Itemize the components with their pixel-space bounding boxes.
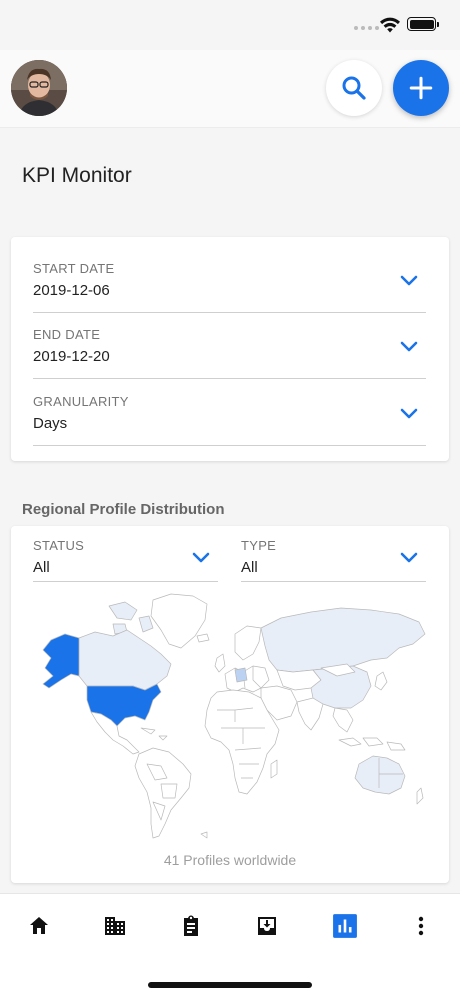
nav-analytics[interactable] xyxy=(331,912,359,940)
new-zealand xyxy=(416,787,424,805)
status-filter[interactable]: STATUS All xyxy=(33,538,218,582)
type-label: TYPE xyxy=(241,538,277,553)
nav-home[interactable] xyxy=(25,912,53,940)
chevron-down-icon[interactable] xyxy=(400,552,418,564)
chevron-down-icon[interactable] xyxy=(400,408,418,420)
inbox-icon xyxy=(258,917,276,935)
alaska xyxy=(42,633,80,689)
granularity-field[interactable]: GRANULARITY Days xyxy=(33,394,426,446)
kpi-monitor-screen: KPI Monitor START DATE 2019-12-06 END DA… xyxy=(0,0,460,996)
chevron-down-icon[interactable] xyxy=(400,341,418,353)
chart-icon xyxy=(333,914,357,938)
chevron-down-icon[interactable] xyxy=(192,552,210,564)
canada-islands xyxy=(108,601,154,635)
home-icon xyxy=(30,917,48,934)
south-america xyxy=(134,747,192,839)
nav-more[interactable] xyxy=(407,912,435,940)
madagascar xyxy=(270,759,278,779)
nav-inbox[interactable] xyxy=(253,912,281,940)
bottom-navigation xyxy=(0,893,460,996)
type-value: All xyxy=(241,559,258,576)
page-title: KPI Monitor xyxy=(22,164,132,187)
nav-assignment[interactable] xyxy=(177,912,205,940)
status-label: STATUS xyxy=(33,538,85,553)
date-filter-card: START DATE 2019-12-06 END DATE 2019-12-2… xyxy=(11,237,449,461)
japan xyxy=(374,671,388,691)
app-header xyxy=(0,50,460,128)
australia xyxy=(354,755,406,795)
avatar[interactable] xyxy=(11,60,67,116)
search-button[interactable] xyxy=(326,60,382,116)
canada xyxy=(78,629,172,691)
section-title: Regional Profile Distribution xyxy=(22,501,225,518)
end-date-field[interactable]: END DATE 2019-12-20 xyxy=(33,327,426,379)
india xyxy=(296,697,324,731)
indonesia xyxy=(338,737,406,751)
antarctica-tip xyxy=(200,831,208,839)
type-filter[interactable]: TYPE All xyxy=(241,538,426,582)
end-date-value: 2019-12-20 xyxy=(33,348,110,365)
world-map[interactable] xyxy=(21,588,439,848)
home-indicator[interactable] xyxy=(148,982,312,988)
chevron-down-icon[interactable] xyxy=(400,275,418,287)
status-value: All xyxy=(33,559,50,576)
add-button[interactable] xyxy=(393,60,449,116)
russia xyxy=(260,607,426,673)
start-date-value: 2019-12-06 xyxy=(33,282,110,299)
status-bar xyxy=(0,0,460,50)
caribbean xyxy=(140,727,168,741)
nav-business[interactable] xyxy=(101,912,129,940)
start-date-label: START DATE xyxy=(33,261,115,276)
wifi-icon xyxy=(380,17,400,33)
assignment-icon xyxy=(184,915,198,936)
germany xyxy=(234,667,248,683)
profile-photo-icon xyxy=(11,60,67,116)
battery-icon xyxy=(407,17,439,31)
granularity-label: GRANULARITY xyxy=(33,394,129,409)
granularity-value: Days xyxy=(33,415,68,432)
plus-icon xyxy=(409,76,433,100)
iceland xyxy=(196,633,210,643)
start-date-field[interactable]: START DATE 2019-12-06 xyxy=(33,261,426,313)
signal-icon xyxy=(354,26,379,30)
more-icon xyxy=(418,916,424,936)
profiles-count-caption: 41 Profiles worldwide xyxy=(163,852,297,868)
business-icon xyxy=(105,917,125,935)
southeast-asia xyxy=(332,707,354,733)
scandinavia xyxy=(234,625,262,661)
search-icon xyxy=(342,76,366,100)
end-date-label: END DATE xyxy=(33,327,101,342)
uk xyxy=(214,653,226,673)
distribution-card: STATUS All TYPE All 41 Profiles worldwid… xyxy=(11,526,449,883)
